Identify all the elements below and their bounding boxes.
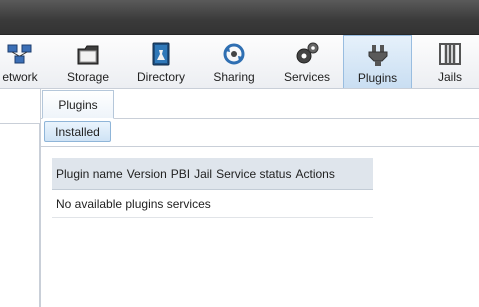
left-navigation-panel [0,123,40,307]
column-header-actions[interactable]: Actions [291,167,334,181]
top-header-bar [0,0,479,35]
directory-icon [152,42,170,66]
toolbar-item-services[interactable]: Services [277,35,337,88]
tab-plugins-label: Plugins [58,97,98,112]
toolbar-item-jails[interactable]: Jails [422,35,478,88]
toolbar-label-network: etwork [2,70,38,84]
subtab-divider [41,146,479,147]
subtab-installed-label: Installed [55,124,100,139]
toolbar-item-plugins[interactable]: Plugins [343,35,412,88]
main-toolbar: etwork Storage Directory Sharing Service… [0,35,479,89]
column-header-pbi[interactable]: PBI [167,167,190,181]
plugins-icon [368,45,387,66]
toolbar-label-jails: Jails [437,70,462,84]
toolbar-item-storage[interactable]: Storage [60,35,116,88]
subtab-installed[interactable]: Installed [44,121,111,142]
column-header-plugin-name[interactable]: Plugin name [52,167,123,181]
column-header-version[interactable]: Version [123,167,167,181]
column-header-service-status[interactable]: Service status [212,167,291,181]
network-icon [7,44,32,64]
table-header: Plugin name Version PBI Jail Service sta… [52,158,373,190]
plugins-table: Plugin name Version PBI Jail Service sta… [52,158,373,218]
toolbar-label-services: Services [283,70,330,84]
empty-table-message: No available plugins services [52,190,373,218]
storage-icon [77,45,99,65]
toolbar-label-plugins: Plugins [357,71,398,85]
column-header-jail[interactable]: Jail [190,167,212,181]
jails-icon [439,43,461,65]
panel-divider [40,89,41,307]
tab-plugins[interactable]: Plugins [42,90,114,119]
toolbar-item-network[interactable]: etwork [0,35,48,88]
toolbar-label-directory: Directory [136,70,185,84]
toolbar-label-storage: Storage [66,70,110,84]
services-icon [296,42,319,64]
toolbar-item-sharing[interactable]: Sharing [205,35,263,88]
toolbar-label-sharing: Sharing [213,70,255,84]
toolbar-item-directory[interactable]: Directory [130,35,192,88]
sharing-icon [223,43,245,65]
